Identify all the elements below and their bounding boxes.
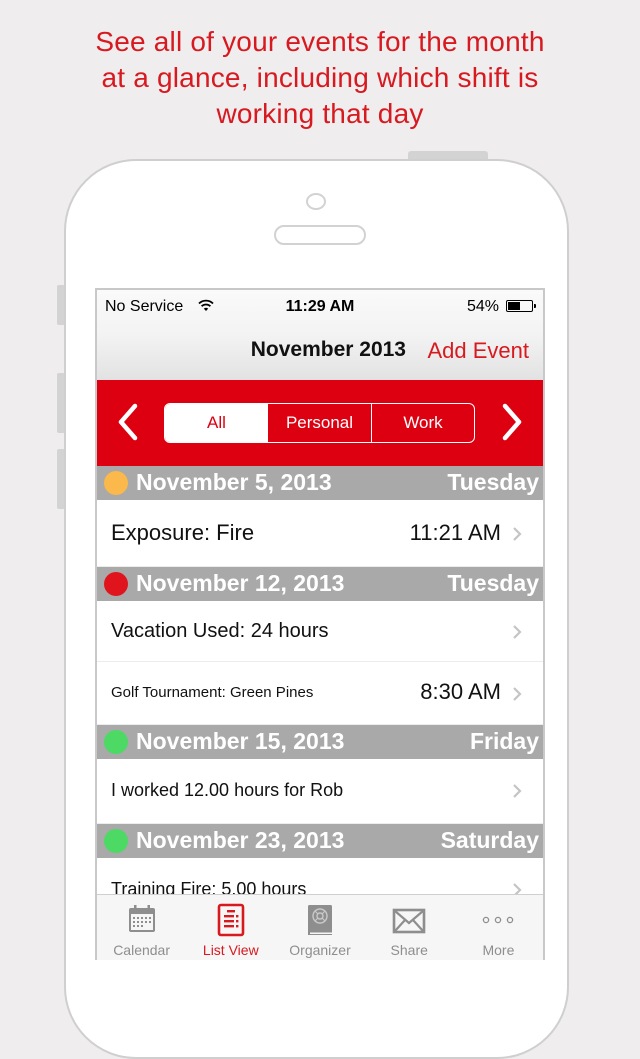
date-section-header: November 12, 2013 Tuesday	[97, 567, 543, 601]
previous-month-button[interactable]	[109, 398, 149, 446]
disclosure-chevron-icon	[513, 687, 522, 701]
section-date: November 5, 2013	[136, 469, 332, 495]
phone-camera	[306, 193, 326, 210]
chevron-left-icon	[118, 403, 138, 441]
tab-label: More	[482, 942, 515, 958]
event-list: November 5, 2013 Tuesday Exposure: Fire …	[97, 466, 543, 923]
shift-indicator-dot	[104, 572, 128, 596]
battery-fill	[508, 302, 520, 310]
event-row[interactable]: Exposure: Fire 11:21 AM	[97, 500, 543, 567]
tab-label: Share	[390, 942, 428, 958]
calendar-icon	[128, 905, 155, 932]
tab-calendar[interactable]: Calendar	[97, 895, 186, 960]
tab-share[interactable]: Share	[365, 895, 454, 960]
app-screen: No Service 11:29 AM 54% November 2013 Ad…	[95, 288, 545, 960]
section-date: November 12, 2013	[136, 570, 345, 596]
date-section-header: November 15, 2013 Friday	[97, 725, 543, 759]
event-row[interactable]: Vacation Used: 24 hours	[97, 601, 543, 662]
headline-line-2: at a glance, including which shift is	[101, 62, 539, 93]
section-weekday: Tuesday	[447, 570, 539, 596]
segment-work[interactable]: Work	[372, 404, 474, 442]
tab-bar: Calendar List View Organizer Share More	[97, 894, 543, 960]
battery-icon	[506, 300, 536, 312]
month-title: November 2013	[250, 338, 406, 361]
filter-segmented-control: All Personal Work	[164, 403, 475, 443]
filter-bar: All Personal Work	[97, 380, 543, 466]
segment-all[interactable]: All	[165, 404, 268, 442]
event-title: Vacation Used: 24 hours	[111, 620, 329, 642]
add-event-button[interactable]: Add Event	[427, 338, 529, 364]
organizer-book-icon	[308, 905, 332, 935]
tab-organizer[interactable]: Organizer	[275, 895, 364, 960]
next-month-button[interactable]	[491, 398, 531, 446]
battery-percent: 54%	[466, 298, 499, 315]
section-weekday: Tuesday	[447, 469, 539, 495]
tab-more[interactable]: More	[454, 895, 543, 960]
promo-headline: See all of your events for the month at …	[0, 24, 640, 132]
tab-label: Organizer	[289, 942, 351, 958]
tab-label: List View	[202, 942, 259, 958]
shift-indicator-dot	[104, 829, 128, 853]
date-section-header: November 5, 2013 Tuesday	[97, 466, 543, 500]
disclosure-chevron-icon	[513, 784, 522, 798]
event-time: 11:21 AM	[409, 520, 501, 545]
event-title: Golf Tournament: Green Pines	[111, 684, 314, 701]
tab-list-view[interactable]: List View	[186, 895, 275, 960]
top-bar: No Service 11:29 AM 54% November 2013 Ad…	[97, 290, 543, 380]
event-title: I worked 12.00 hours for Rob	[111, 780, 344, 800]
section-weekday: Friday	[469, 728, 539, 754]
status-bar: No Service 11:29 AM 54%	[97, 290, 543, 324]
section-weekday: Saturday	[440, 827, 539, 853]
disclosure-chevron-icon	[513, 527, 522, 541]
tab-label: Calendar	[113, 942, 171, 958]
section-date: November 15, 2013	[136, 728, 345, 754]
section-date: November 23, 2013	[136, 827, 345, 853]
list-view-icon	[217, 903, 245, 937]
event-row[interactable]: I worked 12.00 hours for Rob	[97, 759, 543, 824]
disclosure-chevron-icon	[513, 625, 522, 639]
more-dots-icon	[483, 916, 514, 924]
shift-indicator-dot	[104, 471, 128, 495]
headline-line-3: working that day	[216, 98, 424, 129]
shift-indicator-dot	[104, 730, 128, 754]
headline-line-1: See all of your events for the month	[95, 26, 545, 57]
chevron-right-icon	[502, 403, 522, 441]
envelope-icon	[392, 908, 426, 934]
event-title: Exposure: Fire	[111, 520, 255, 545]
date-section-header: November 23, 2013 Saturday	[97, 824, 543, 858]
event-row[interactable]: Golf Tournament: Green Pines 8:30 AM	[97, 662, 543, 725]
phone-speaker	[274, 225, 366, 245]
event-time: 8:30 AM	[420, 679, 501, 704]
segment-personal[interactable]: Personal	[268, 404, 372, 442]
